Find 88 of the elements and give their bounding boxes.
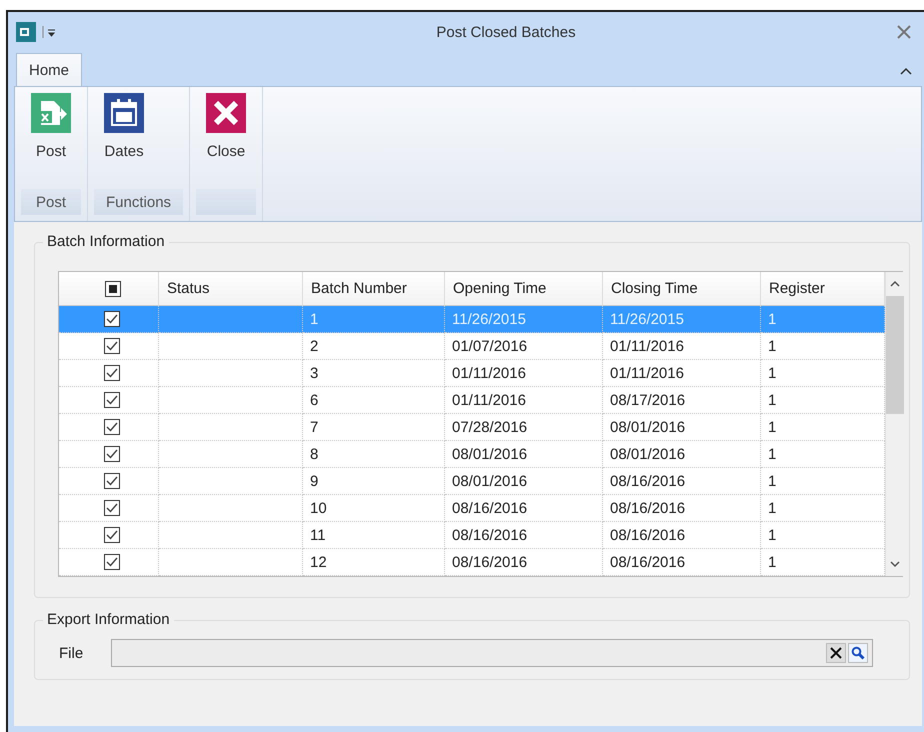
table-cell: 08/01/2016 xyxy=(603,441,761,468)
checkbox[interactable] xyxy=(104,365,120,381)
search-icon xyxy=(851,646,865,660)
table-cell: 1 xyxy=(303,306,445,333)
table-cell: 08/16/2016 xyxy=(603,522,761,549)
table-cell: 2 xyxy=(303,333,445,360)
checkbox[interactable] xyxy=(104,280,120,296)
table-cell: 7 xyxy=(303,414,445,441)
column-header[interactable]: Opening Time xyxy=(445,272,603,306)
table-cell: 01/11/2016 xyxy=(445,387,603,414)
table-cell: 08/16/2016 xyxy=(445,549,603,576)
table-cell: 6 xyxy=(303,387,445,414)
table-cell: 11/26/2015 xyxy=(603,306,761,333)
table-cell: 1 xyxy=(761,360,885,387)
window-title: Post Closed Batches xyxy=(435,24,577,40)
clear-icon xyxy=(830,647,842,659)
table-row-selector[interactable] xyxy=(59,306,159,333)
table-cell: 1 xyxy=(761,468,885,495)
table-row-selector[interactable] xyxy=(59,387,159,414)
table-cell: 12 xyxy=(303,549,445,576)
file-field[interactable] xyxy=(111,639,873,667)
table-row-selector[interactable] xyxy=(59,441,159,468)
ribbon-button[interactable]: Post xyxy=(21,87,81,189)
table-row-selector[interactable] xyxy=(59,549,159,576)
table-cell: 1 xyxy=(761,333,885,360)
checkbox[interactable] xyxy=(104,311,120,327)
collapse-ribbon-icon[interactable] xyxy=(900,66,912,76)
table-cell: 08/01/2016 xyxy=(445,468,603,495)
ribbon-group-label: Functions xyxy=(94,189,184,215)
checkbox[interactable] xyxy=(104,473,120,489)
table-row-selector[interactable] xyxy=(59,495,159,522)
checkbox[interactable] xyxy=(104,419,120,435)
table-cell: 08/01/2016 xyxy=(445,441,603,468)
table-cell: 08/01/2016 xyxy=(603,414,761,441)
checkbox[interactable] xyxy=(104,554,120,570)
table-cell: 01/11/2016 xyxy=(603,360,761,387)
browse-button[interactable] xyxy=(848,643,868,663)
ribbon-group-label: Post xyxy=(21,189,81,215)
table-row-selector[interactable] xyxy=(59,414,159,441)
close-icon xyxy=(206,93,246,133)
vertical-scrollbar[interactable] xyxy=(885,272,904,576)
table-cell: 1 xyxy=(761,414,885,441)
table-row-selector[interactable] xyxy=(59,522,159,549)
table-cell: 3 xyxy=(303,360,445,387)
calendar-icon xyxy=(104,93,144,133)
close-icon[interactable] xyxy=(896,25,912,39)
table-cell: 8 xyxy=(303,441,445,468)
checkbox[interactable] xyxy=(104,500,120,516)
table-row-selector[interactable] xyxy=(59,468,159,495)
table-cell: 08/16/2016 xyxy=(445,522,603,549)
spreadsheet-export-icon xyxy=(31,93,71,133)
checkbox[interactable] xyxy=(104,446,120,462)
table-cell: 1 xyxy=(761,441,885,468)
ribbon-tab[interactable]: Home xyxy=(16,53,82,87)
ribbon-button[interactable]: Close xyxy=(196,87,256,189)
app-icon[interactable] xyxy=(16,22,36,42)
table-cell: 01/07/2016 xyxy=(445,333,603,360)
table-cell: 1 xyxy=(761,522,885,549)
table-cell: 1 xyxy=(761,306,885,333)
table-row-selector[interactable] xyxy=(59,333,159,360)
table-cell: 11 xyxy=(303,522,445,549)
table-cell: 1 xyxy=(761,387,885,414)
ribbon-button[interactable]: Dates xyxy=(94,87,154,189)
column-header[interactable]: Closing Time xyxy=(603,272,761,306)
table-row-selector[interactable] xyxy=(59,360,159,387)
group-title: Export Information xyxy=(43,611,174,628)
column-header[interactable]: Register xyxy=(761,272,885,306)
table-cell: 08/17/2016 xyxy=(603,387,761,414)
table-cell: 08/16/2016 xyxy=(603,549,761,576)
column-header[interactable]: Batch Number xyxy=(303,272,445,306)
table-cell: 11/26/2015 xyxy=(445,306,603,333)
clear-button[interactable] xyxy=(826,643,846,663)
quick-access-menu-icon[interactable] xyxy=(42,26,56,38)
checkbox[interactable] xyxy=(104,338,120,354)
table-cell: 08/16/2016 xyxy=(603,468,761,495)
table-cell: 1 xyxy=(761,495,885,522)
table-cell: 01/11/2016 xyxy=(603,333,761,360)
table-cell: 1 xyxy=(761,549,885,576)
field-label: File xyxy=(59,644,84,662)
table-cell: 9 xyxy=(303,468,445,495)
table-cell: 07/28/2016 xyxy=(445,414,603,441)
checkbox[interactable] xyxy=(104,527,120,543)
table-cell: 10 xyxy=(303,495,445,522)
table-cell: 01/11/2016 xyxy=(445,360,603,387)
column-header[interactable]: Status xyxy=(159,272,303,306)
checkbox[interactable] xyxy=(104,392,120,408)
table-cell: 08/16/2016 xyxy=(445,495,603,522)
table-cell: 08/16/2016 xyxy=(603,495,761,522)
